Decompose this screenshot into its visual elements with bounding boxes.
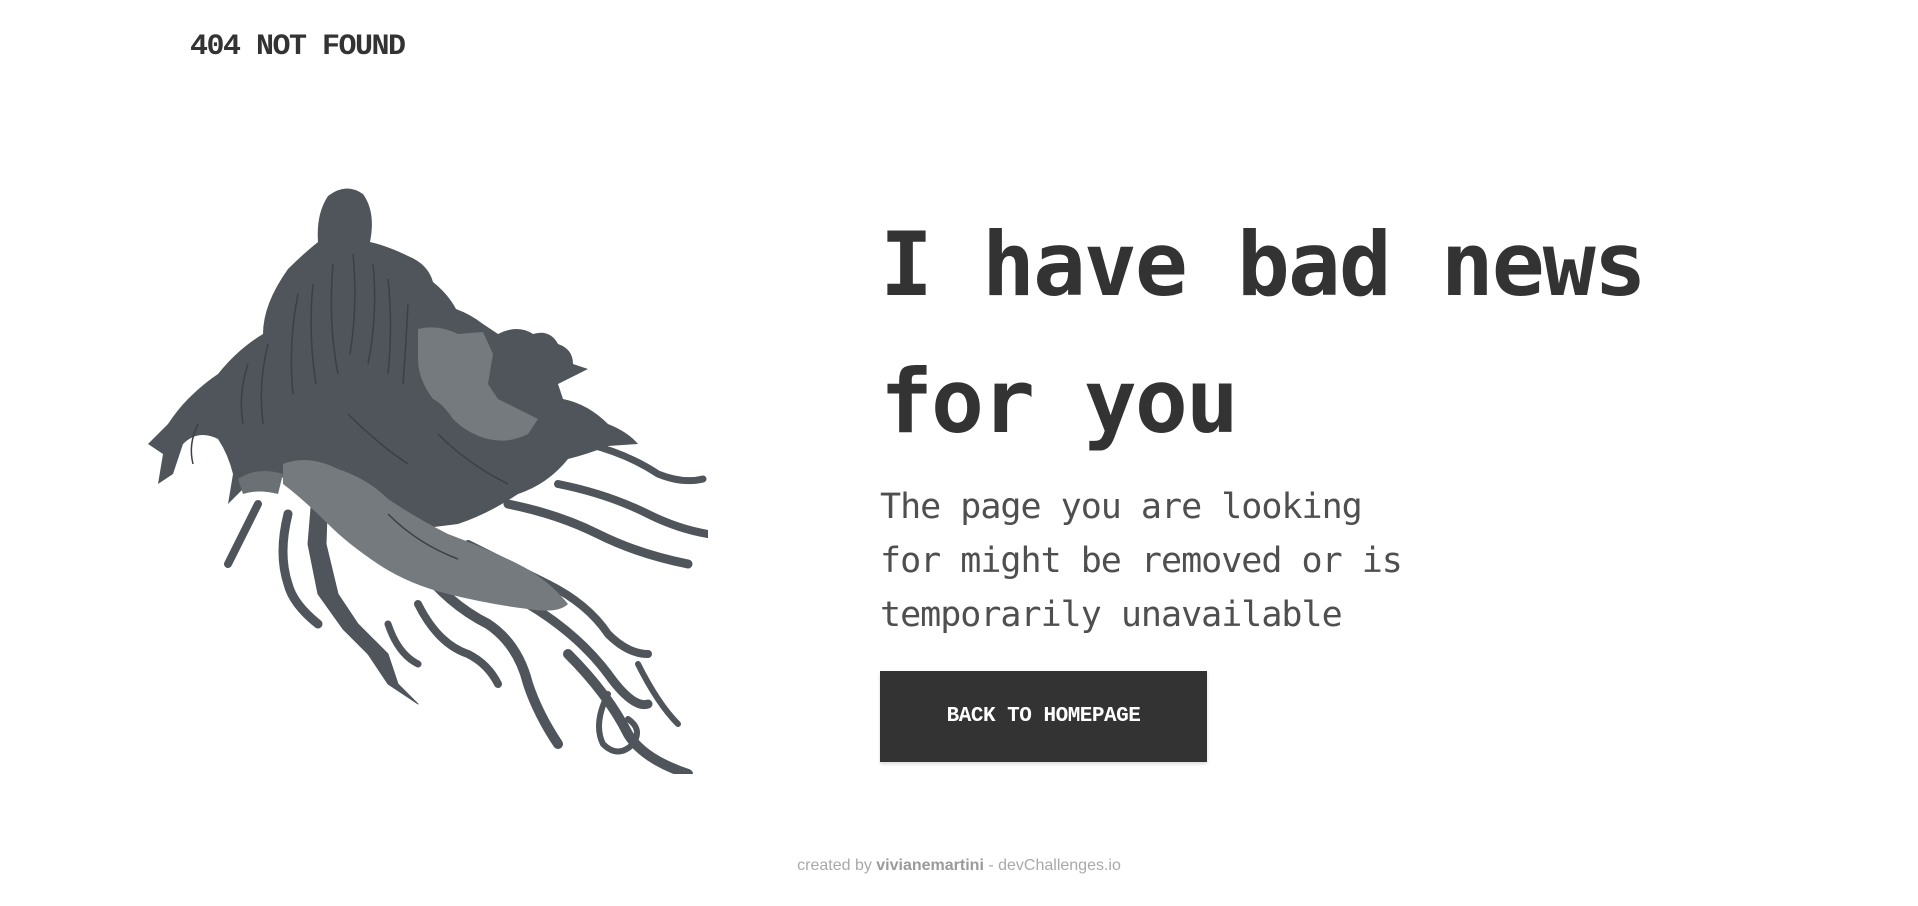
page-description: The page you are looking for might be rem… <box>880 480 1440 642</box>
description-line-1: The page you are looking <box>880 487 1363 527</box>
footer-suffix: - devChallenges.io <box>983 857 1121 874</box>
site-logo[interactable]: 404 NOT FOUND <box>190 30 406 64</box>
description-line-2: for might be removed or is <box>880 541 1403 581</box>
footer-author-link[interactable]: vivianemartini <box>876 857 984 874</box>
footer-credit: created by vivianemartini - devChallenge… <box>0 857 1918 875</box>
cloak-body <box>148 188 638 529</box>
headline-line-2: for you <box>880 350 1239 453</box>
headline-line-1: I have bad news <box>880 213 1647 316</box>
dementor-illustration <box>148 188 708 774</box>
description-line-3: temporarily unavailable <box>880 595 1343 635</box>
footer-prefix: created by <box>797 857 877 874</box>
back-to-homepage-button[interactable]: BACK TO HOMEPAGE <box>880 671 1207 762</box>
page-headline: I have bad news for you <box>880 196 1840 470</box>
